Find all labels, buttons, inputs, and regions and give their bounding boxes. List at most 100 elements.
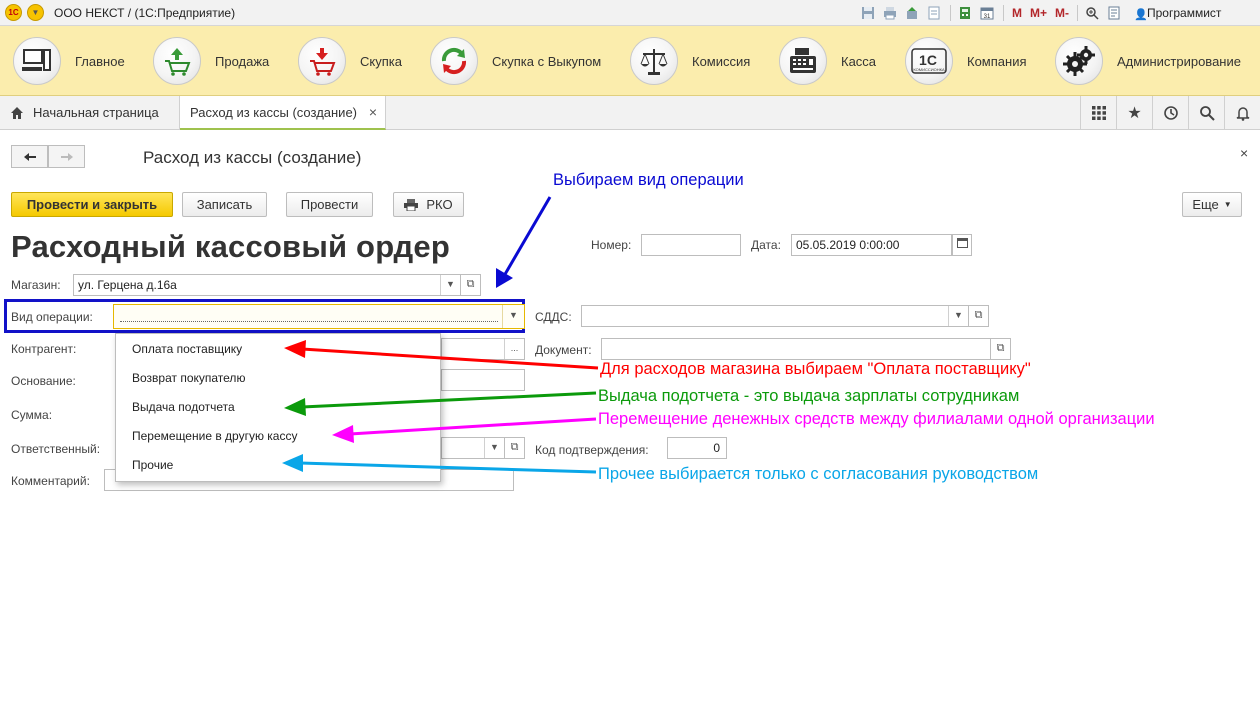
- cart-up-icon: [153, 37, 201, 85]
- main-menu-icon[interactable]: ▼: [27, 4, 44, 21]
- chevron-down-icon[interactable]: ▼: [484, 438, 504, 458]
- date-label: Дата:: [751, 238, 781, 252]
- dropdown-item-supplier-payment[interactable]: Оплата поставщику: [132, 342, 242, 356]
- memory-plus-button[interactable]: M+: [1030, 6, 1047, 20]
- basis-field[interactable]: [441, 369, 525, 391]
- section-purchase[interactable]: Скупка: [298, 26, 402, 96]
- chevron-down-icon[interactable]: ▼: [502, 305, 524, 328]
- cdds-label: СДДС:: [535, 310, 572, 324]
- section-label: Компания: [967, 53, 1027, 69]
- dropdown-item-advance-issue[interactable]: Выдача подотчета: [132, 400, 235, 414]
- bell-icon[interactable]: [1224, 96, 1260, 129]
- history-icon[interactable]: [1152, 96, 1188, 129]
- operation-type-field[interactable]: ▼: [113, 304, 525, 329]
- document-open-button[interactable]: ⧉: [991, 338, 1011, 360]
- comment-label: Комментарий:: [11, 474, 90, 488]
- document-field[interactable]: [601, 338, 991, 360]
- section-sale[interactable]: Продажа: [153, 26, 269, 96]
- date-field[interactable]: 05.05.2019 0:00:00: [791, 234, 952, 256]
- attach-doc-icon[interactable]: [902, 3, 922, 23]
- computer-icon: [13, 37, 61, 85]
- operation-type-dropdown: Оплата поставщику Возврат покупателю Выд…: [115, 333, 441, 482]
- section-label: Продажа: [215, 53, 270, 69]
- apps-grid-icon[interactable]: [1080, 96, 1116, 129]
- operation-label: Вид операции:: [11, 310, 93, 324]
- cash-register-icon: [779, 37, 827, 85]
- ellipsis-icon[interactable]: ...: [504, 339, 524, 359]
- calendar-button[interactable]: [952, 234, 972, 256]
- chevron-down-icon[interactable]: ▼: [440, 275, 460, 295]
- confirm-code-value: 0: [713, 441, 720, 455]
- cycle-arrows-icon: [430, 37, 478, 85]
- tabs-bar: Начальная страница Расход из кассы (созд…: [0, 96, 1260, 130]
- rko-label: РКО: [426, 197, 453, 212]
- responsible-open-button[interactable]: ⧉: [505, 437, 525, 459]
- annotation-supplier-payment: Для расходов магазина выбираем "Оплата п…: [600, 360, 1031, 378]
- title-toolbar: 31 M M+ M-: [858, 3, 1126, 23]
- arrow-right-icon: [60, 152, 73, 161]
- calendar-icon[interactable]: 31: [977, 3, 997, 23]
- section-company[interactable]: 1С КОМИССИОНКА Компания: [905, 26, 1027, 96]
- tab-label: Начальная страница: [33, 105, 159, 120]
- dropdown-item-customer-refund[interactable]: Возврат покупателю: [132, 371, 245, 385]
- search-icon[interactable]: [1188, 96, 1224, 129]
- section-administration[interactable]: Администрирование: [1055, 26, 1241, 96]
- store-field[interactable]: ул. Герцена д.16а ▼: [73, 274, 461, 296]
- section-buyback[interactable]: Скупка с Выкупом: [430, 26, 601, 96]
- 1c-logo-icon[interactable]: 1С: [5, 4, 22, 21]
- document-label: Документ:: [535, 343, 592, 357]
- toolbar-separator: [950, 5, 951, 21]
- close-icon[interactable]: ×: [369, 104, 377, 120]
- svg-text:31: 31: [984, 14, 991, 20]
- post-and-close-button[interactable]: Провести и закрыть: [11, 192, 173, 217]
- store-open-button[interactable]: ⧉: [461, 274, 481, 296]
- info-icon[interactable]: [1104, 3, 1124, 23]
- scales-icon: [630, 37, 678, 85]
- cdds-open-button[interactable]: ⧉: [969, 305, 989, 327]
- store-value: ул. Герцена д.16а: [78, 278, 177, 292]
- confirm-code-field[interactable]: 0: [667, 437, 727, 459]
- sections-panel: Главное Продажа Скупка Скупка с Выкупом …: [0, 26, 1260, 96]
- print-preview-icon[interactable]: [924, 3, 944, 23]
- basis-label: Основание:: [11, 374, 76, 388]
- dropdown-item-transfer[interactable]: Перемещение в другую кассу: [132, 429, 297, 443]
- svg-text:КОМИССИОНКА: КОМИССИОНКА: [913, 67, 945, 72]
- responsible-field[interactable]: ▼: [441, 437, 505, 459]
- section-label: Комиссия: [692, 53, 751, 69]
- cdds-field[interactable]: ▼: [581, 305, 969, 327]
- confirm-code-label: Код подтверждения:: [535, 443, 649, 457]
- print-icon[interactable]: [880, 3, 900, 23]
- form-close-icon[interactable]: ×: [1240, 145, 1248, 161]
- section-label: Администрирование: [1117, 53, 1241, 69]
- section-main[interactable]: Главное: [13, 26, 125, 96]
- post-button[interactable]: Провести: [286, 192, 373, 217]
- save-icon[interactable]: [858, 3, 878, 23]
- contractor-field[interactable]: ...: [441, 338, 525, 360]
- arrow-choose-operation: [496, 196, 552, 288]
- section-label: Главное: [75, 53, 125, 69]
- zoom-icon[interactable]: [1082, 3, 1102, 23]
- 1c-company-icon: 1С КОМИССИОНКА: [905, 37, 953, 85]
- responsible-label: Ответственный:: [11, 442, 101, 456]
- chevron-down-icon[interactable]: ▼: [948, 306, 968, 326]
- calculator-icon[interactable]: [955, 3, 975, 23]
- back-button[interactable]: [11, 145, 48, 168]
- section-label: Скупка: [360, 53, 402, 69]
- rko-button[interactable]: РКО: [393, 192, 464, 217]
- section-cash[interactable]: Касса: [779, 26, 876, 96]
- star-icon[interactable]: ★: [1116, 96, 1152, 129]
- dropdown-item-other[interactable]: Прочие: [132, 458, 173, 472]
- tab-home[interactable]: Начальная страница: [0, 96, 180, 129]
- more-button[interactable]: Еще ▼: [1182, 192, 1242, 217]
- number-field[interactable]: [641, 234, 741, 256]
- svg-text:1С: 1С: [919, 52, 937, 68]
- memory-minus-button[interactable]: M-: [1055, 6, 1069, 20]
- forward-button[interactable]: [48, 145, 85, 168]
- section-label: Касса: [841, 53, 877, 69]
- current-user[interactable]: 👤Программист: [1134, 6, 1221, 21]
- toolbar-separator: [1077, 5, 1079, 21]
- section-commission[interactable]: Комиссия: [630, 26, 750, 96]
- memory-m-button[interactable]: M: [1012, 6, 1022, 20]
- tab-cash-expense[interactable]: Расход из кассы (создание) ×: [180, 96, 386, 130]
- save-button[interactable]: Записать: [182, 192, 267, 217]
